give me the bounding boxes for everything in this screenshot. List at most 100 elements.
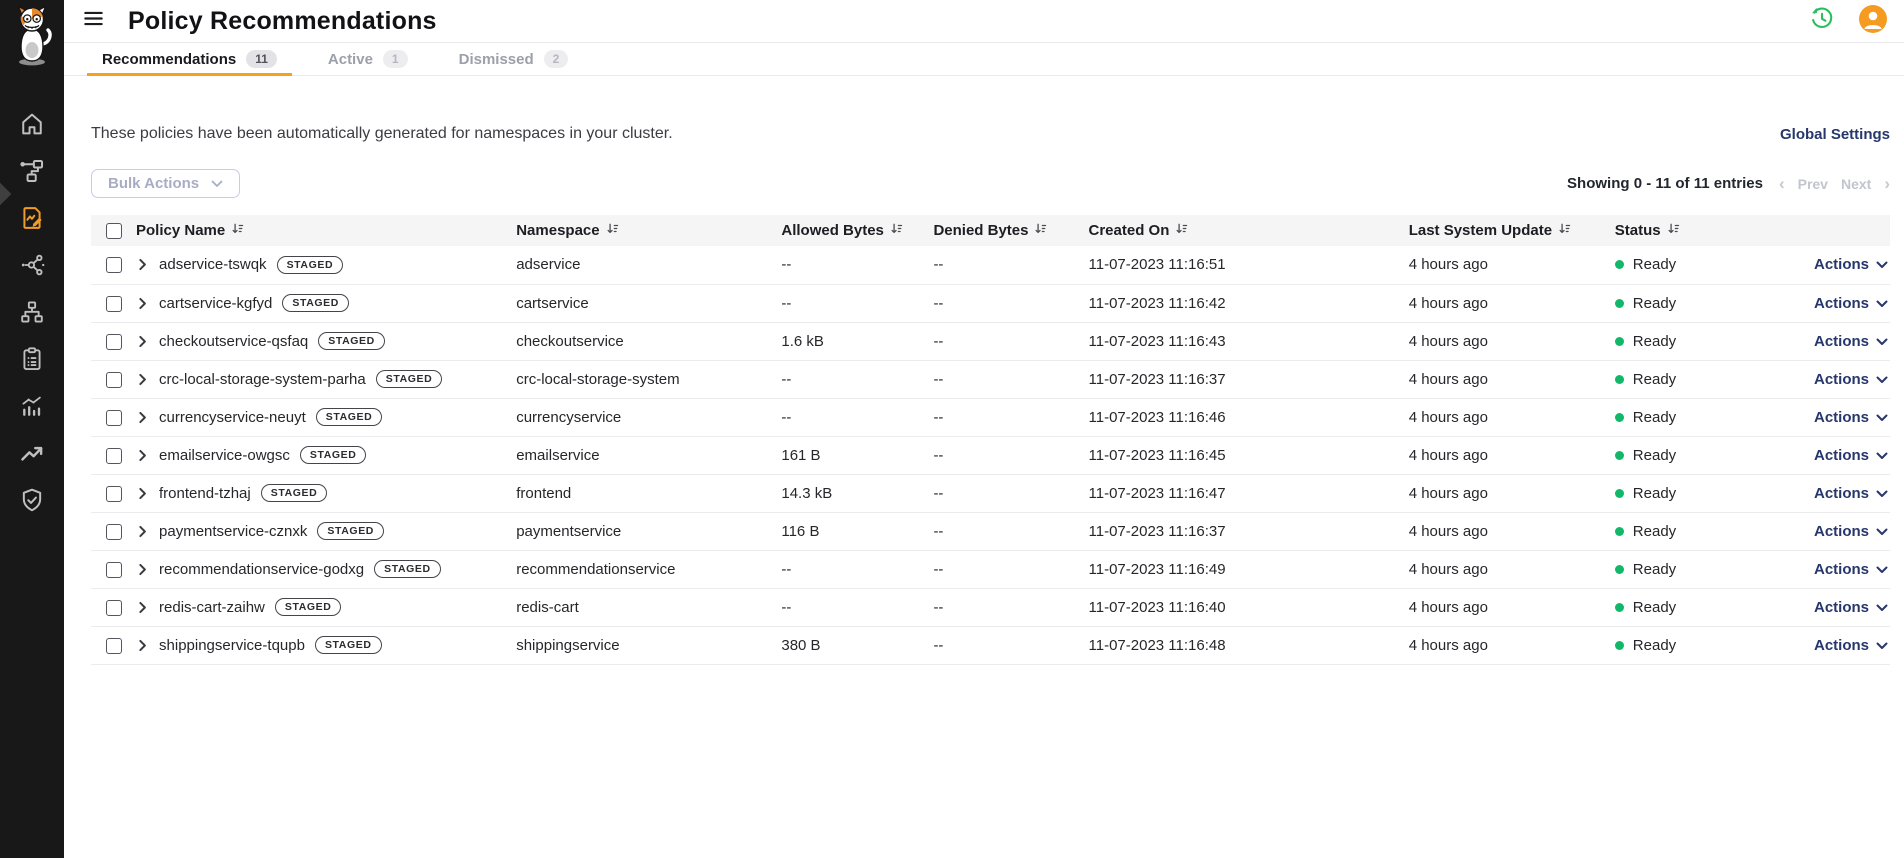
actions-label: Actions — [1814, 561, 1869, 578]
global-settings-link[interactable]: Global Settings — [1780, 126, 1890, 143]
hamburger-menu-button[interactable] — [76, 4, 110, 38]
expand-row-icon[interactable] — [136, 487, 149, 500]
prev-button[interactable]: Prev — [1798, 176, 1828, 192]
select-all-checkbox[interactable] — [106, 223, 122, 239]
row-actions-button[interactable]: Actions — [1814, 637, 1890, 654]
table-row[interactable]: frontend-tzhaj STAGED frontend 14.3 kB -… — [91, 474, 1890, 512]
row-actions-button[interactable]: Actions — [1814, 599, 1890, 616]
status-dot-icon — [1615, 375, 1624, 384]
row-actions-button[interactable]: Actions — [1814, 561, 1890, 578]
sidebar-item-clipboard[interactable] — [9, 338, 56, 385]
expand-row-icon[interactable] — [136, 373, 149, 386]
hamburger-icon — [82, 7, 105, 35]
user-avatar-icon — [1858, 4, 1888, 39]
row-actions-button[interactable]: Actions — [1814, 333, 1890, 350]
policy-name: shippingservice-tqupb — [159, 637, 305, 654]
table-row[interactable]: shippingservice-tqupb STAGED shippingser… — [91, 626, 1890, 664]
sidebar-item-policy-editor[interactable] — [9, 197, 56, 244]
sidebar-item-trending[interactable] — [9, 432, 56, 479]
expand-row-icon[interactable] — [136, 258, 149, 271]
sidebar-item-sitemap[interactable] — [9, 291, 56, 338]
table-row[interactable]: crc-local-storage-system-parha STAGED cr… — [91, 360, 1890, 398]
table-row[interactable]: currencyservice-neuyt STAGED currencyser… — [91, 398, 1890, 436]
bulk-actions-button[interactable]: Bulk Actions — [91, 169, 240, 198]
last-update-cell: 4 hours ago — [1409, 246, 1615, 284]
expand-row-icon[interactable] — [136, 563, 149, 576]
row-checkbox[interactable] — [106, 448, 122, 464]
sidebar-item-security[interactable] — [9, 479, 56, 526]
row-actions-button[interactable]: Actions — [1814, 485, 1890, 502]
status-label: Ready — [1633, 333, 1676, 350]
page-title: Policy Recommendations — [128, 7, 437, 36]
actions-label: Actions — [1814, 256, 1869, 273]
row-checkbox[interactable] — [106, 257, 122, 273]
expand-row-icon[interactable] — [136, 297, 149, 310]
sidebar-item-analytics[interactable] — [9, 385, 56, 432]
sidebar-item-network-graph[interactable] — [9, 244, 56, 291]
row-checkbox[interactable] — [106, 372, 122, 388]
col-namespace[interactable]: Namespace — [516, 215, 781, 246]
policy-name: redis-cart-zaihw — [159, 599, 265, 616]
expand-row-icon[interactable] — [136, 639, 149, 652]
allowed-bytes-cell: 14.3 kB — [781, 474, 933, 512]
expand-row-icon[interactable] — [136, 525, 149, 538]
row-checkbox[interactable] — [106, 600, 122, 616]
row-checkbox[interactable] — [106, 524, 122, 540]
status-dot-icon — [1615, 260, 1624, 269]
col-last-system-update[interactable]: Last System Update — [1409, 215, 1615, 246]
policy-name: adservice-tswqk — [159, 256, 267, 273]
user-avatar-button[interactable] — [1858, 4, 1888, 39]
col-created-on[interactable]: Created On — [1089, 215, 1409, 246]
table-row[interactable]: cartservice-kgfyd STAGED cartservice -- … — [91, 284, 1890, 322]
prev-chevron-icon[interactable]: ‹ — [1779, 175, 1785, 192]
row-checkbox[interactable] — [106, 410, 122, 426]
namespace-cell: shippingservice — [516, 626, 781, 664]
sort-icon — [606, 222, 619, 239]
staged-badge: STAGED — [316, 408, 383, 426]
row-actions-button[interactable]: Actions — [1814, 256, 1890, 273]
staged-badge: STAGED — [261, 484, 328, 502]
row-checkbox[interactable] — [106, 486, 122, 502]
row-actions-button[interactable]: Actions — [1814, 523, 1890, 540]
col-status[interactable]: Status — [1615, 215, 1765, 246]
row-checkbox[interactable] — [106, 562, 122, 578]
sidebar-item-topology[interactable] — [9, 150, 56, 197]
expand-row-icon[interactable] — [136, 335, 149, 348]
row-checkbox[interactable] — [106, 334, 122, 350]
namespace-cell: cartservice — [516, 284, 781, 322]
expand-row-icon[interactable] — [136, 411, 149, 424]
table-row[interactable]: adservice-tswqk STAGED adservice -- -- 1… — [91, 246, 1890, 284]
col-denied-bytes[interactable]: Denied Bytes — [933, 215, 1088, 246]
col-label: Created On — [1089, 222, 1170, 239]
row-actions-button[interactable]: Actions — [1814, 447, 1890, 464]
expand-row-icon[interactable] — [136, 601, 149, 614]
row-checkbox[interactable] — [106, 296, 122, 312]
tab-active[interactable]: Active 1 — [325, 43, 411, 75]
tab-count-badge: 2 — [544, 50, 569, 68]
table-row[interactable]: emailservice-owgsc STAGED emailservice 1… — [91, 436, 1890, 474]
sidebar-item-home[interactable] — [9, 103, 56, 150]
denied-bytes-cell: -- — [933, 246, 1088, 284]
history-button[interactable] — [1808, 5, 1836, 38]
next-chevron-icon[interactable]: › — [1884, 175, 1890, 192]
row-actions-button[interactable]: Actions — [1814, 409, 1890, 426]
policy-name: recommendationservice-godxg — [159, 561, 364, 578]
table-row[interactable]: redis-cart-zaihw STAGED redis-cart -- --… — [91, 588, 1890, 626]
row-actions-button[interactable]: Actions — [1814, 371, 1890, 388]
table-row[interactable]: paymentservice-cznxk STAGED paymentservi… — [91, 512, 1890, 550]
row-checkbox[interactable] — [106, 638, 122, 654]
staged-badge: STAGED — [374, 560, 441, 578]
col-allowed-bytes[interactable]: Allowed Bytes — [781, 215, 933, 246]
table-row[interactable]: checkoutservice-qsfaq STAGED checkoutser… — [91, 322, 1890, 360]
actions-label: Actions — [1814, 333, 1869, 350]
status-label: Ready — [1633, 371, 1676, 388]
col-policy-name[interactable]: Policy Name — [136, 215, 516, 246]
row-actions-button[interactable]: Actions — [1814, 295, 1890, 312]
chevron-down-icon — [1876, 599, 1888, 616]
actions-label: Actions — [1814, 485, 1869, 502]
tab-recommendations[interactable]: Recommendations 11 — [99, 43, 280, 75]
table-row[interactable]: recommendationservice-godxg STAGED recom… — [91, 550, 1890, 588]
expand-row-icon[interactable] — [136, 449, 149, 462]
next-button[interactable]: Next — [1841, 176, 1871, 192]
tab-dismissed[interactable]: Dismissed 2 — [456, 43, 572, 75]
